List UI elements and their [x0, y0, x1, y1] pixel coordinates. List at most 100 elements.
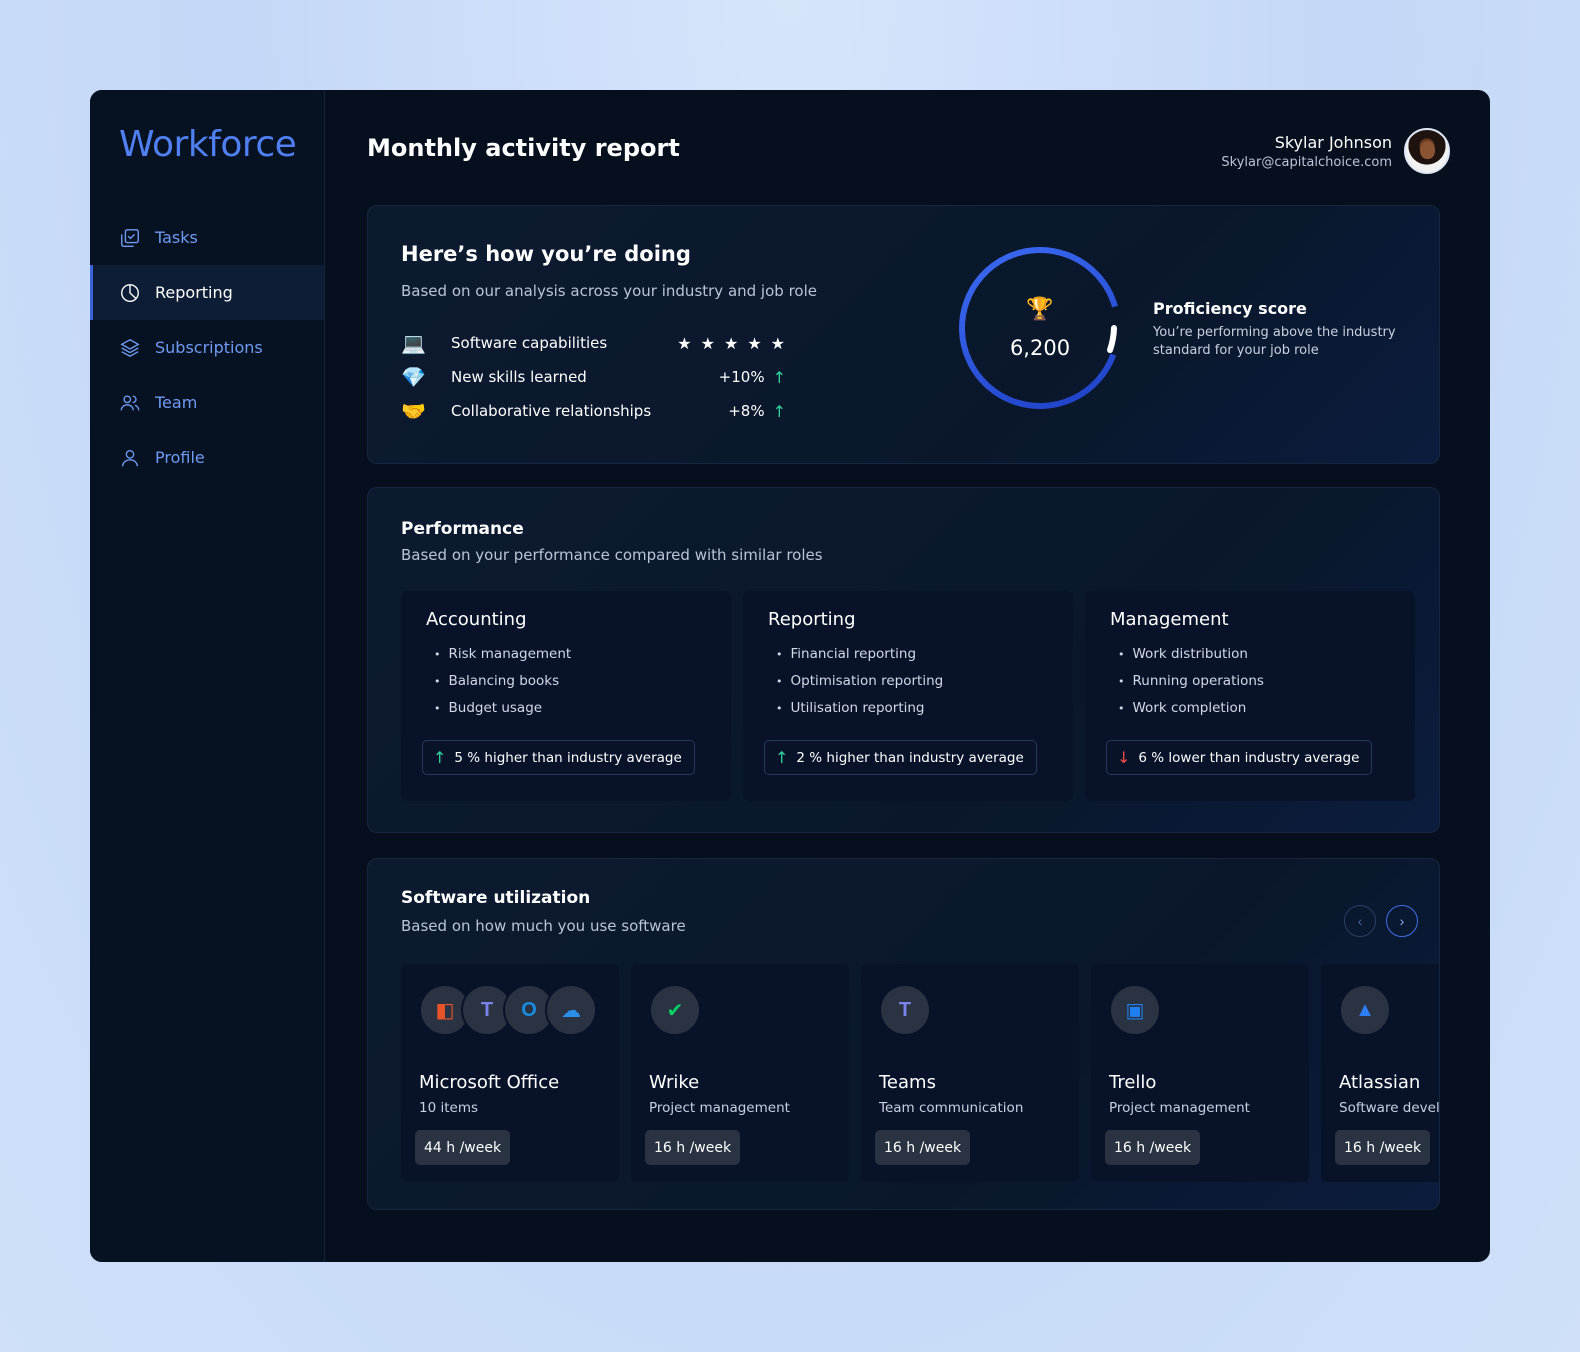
comparison-badge: ↓ 6 % lower than industry average	[1106, 740, 1373, 775]
list-item: Balancing books	[434, 673, 571, 700]
sidebar-item-tasks[interactable]: Tasks	[90, 210, 324, 265]
app-window: Workforce Tasks Reporting Subscriptions …	[90, 90, 1490, 1262]
metric-value: +10%	[718, 368, 765, 386]
metric-collaborative: 🤝 Collaborative relationships +8% ↑	[401, 394, 786, 428]
tasks-icon	[121, 228, 139, 247]
badge-text: 5 % higher than industry average	[454, 749, 682, 766]
sidebar-item-label: Subscriptions	[155, 338, 263, 357]
list-item: Utilisation reporting	[776, 700, 943, 727]
software-name: Atlassian	[1339, 1072, 1421, 1093]
gauge-ring	[959, 247, 1121, 409]
usage-badge: 44 h /week	[415, 1130, 511, 1165]
laptop-icon: 💻	[401, 331, 426, 355]
star-icon: ★	[747, 333, 763, 353]
teams-icon: T	[879, 984, 931, 1036]
star-icon: ★	[723, 333, 740, 353]
score-value: 6,200	[1009, 336, 1071, 360]
performance-title: Performance	[401, 519, 524, 539]
arrow-up-icon: ↑	[775, 748, 789, 767]
main-content: Monthly activity report Skylar Johnson S…	[325, 90, 1490, 1262]
atlassian-icon: ▲	[1339, 984, 1391, 1036]
list-item: Financial reporting	[776, 646, 943, 673]
user-profile[interactable]: Skylar Johnson Skylar@capitalchoice.com	[1221, 128, 1450, 174]
sidebar-item-label: Reporting	[155, 283, 233, 302]
summary-title: Here’s how you’re doing	[401, 242, 691, 266]
proficiency-title: Proficiency score	[1153, 299, 1307, 318]
software-title: Software utilization	[401, 888, 591, 908]
software-atlassian[interactable]: ▲ Atlassian Software devel 16 h /week	[1321, 964, 1440, 1182]
star-rating: ★ ★ ★ ★ ★	[677, 334, 786, 353]
comparison-badge: ↑ 2 % higher than industry average	[764, 740, 1037, 775]
chevron-left-icon: ‹	[1357, 913, 1363, 929]
carousel-prev-button[interactable]: ‹	[1344, 905, 1376, 937]
star-icon: ★	[770, 333, 786, 353]
software-carousel: ◧ T O ☁ Microsoft Office 10 items 44 h /…	[401, 964, 1440, 1182]
metric-label: Collaborative relationships	[451, 402, 652, 420]
performance-name: Management	[1110, 609, 1229, 630]
chevron-right-icon: ›	[1399, 913, 1405, 929]
sidebar-item-label: Profile	[155, 448, 205, 467]
arrow-up-icon: ↑	[772, 367, 786, 387]
software-teams[interactable]: T Teams Team communication 16 h /week	[861, 964, 1079, 1182]
software-trello[interactable]: ▣ Trello Project management 16 h /week	[1091, 964, 1309, 1182]
list-item: Risk management	[434, 646, 572, 673]
carousel-controls: ‹ ›	[1344, 905, 1418, 937]
software-name: Teams	[879, 1072, 936, 1093]
software-subtitle: Based on how much you use software	[401, 917, 686, 935]
software-name: Trello	[1109, 1072, 1157, 1093]
sidebar-item-reporting[interactable]: Reporting	[90, 265, 324, 320]
sidebar: Workforce Tasks Reporting Subscriptions …	[90, 90, 325, 1262]
summary-subtitle: Based on our analysis across your indust…	[401, 282, 817, 300]
performance-management[interactable]: Management Work distribution Running ope…	[1085, 591, 1415, 801]
gem-icon: 💎	[401, 365, 426, 389]
carousel-next-button[interactable]: ›	[1386, 905, 1418, 937]
summary-card: Here’s how you’re doing Based on our ana…	[367, 205, 1440, 464]
usage-badge: 16 h /week	[875, 1130, 971, 1165]
star-icon: ★	[700, 333, 716, 353]
page-title: Monthly activity report	[367, 134, 680, 162]
avatar[interactable]	[1404, 128, 1450, 174]
performance-reporting[interactable]: Reporting Financial reporting Optimisati…	[743, 591, 1073, 801]
sidebar-item-subscriptions[interactable]: Subscriptions	[90, 320, 324, 375]
layers-icon	[120, 338, 140, 357]
sidebar-item-team[interactable]: Team	[90, 375, 324, 430]
metric-value: +8%	[728, 402, 765, 420]
list-item: Work completion	[1118, 700, 1264, 727]
metric-software-capabilities: 💻 Software capabilities ★ ★ ★ ★ ★	[401, 326, 786, 360]
software-desc: Team communication	[879, 1100, 1024, 1116]
software-wrike[interactable]: ✔ Wrike Project management 16 h /week	[631, 964, 849, 1182]
software-desc: 10 items	[419, 1100, 479, 1116]
arrow-up-icon: ↑	[772, 401, 786, 421]
performance-card: Performance Based on your performance co…	[367, 487, 1440, 833]
trophy-icon: 🏆	[1026, 296, 1054, 321]
star-icon: ★	[677, 333, 693, 353]
arrow-down-icon: ↓	[1117, 748, 1131, 767]
onedrive-icon: ☁	[545, 984, 597, 1036]
badge-text: 2 % higher than industry average	[796, 749, 1024, 766]
software-desc: Software devel	[1339, 1100, 1440, 1116]
performance-name: Accounting	[426, 609, 527, 630]
gauge-arc	[959, 247, 1121, 409]
software-desc: Project management	[1109, 1100, 1250, 1116]
sidebar-item-label: Tasks	[155, 228, 198, 247]
performance-accounting[interactable]: Accounting Risk management Balancing boo…	[401, 591, 731, 801]
wrike-icon: ✔	[649, 984, 701, 1036]
sidebar-item-label: Team	[155, 393, 198, 412]
proficiency-text: You’re performing above the industry sta…	[1153, 325, 1396, 358]
usage-badge: 16 h /week	[1335, 1130, 1431, 1165]
app-logo[interactable]: Workforce	[119, 124, 297, 165]
performance-name: Reporting	[768, 609, 856, 630]
metric-label: New skills learned	[451, 368, 587, 386]
metric-new-skills: 💎 New skills learned +10% ↑	[401, 360, 786, 394]
comparison-badge: ↑ 5 % higher than industry average	[422, 740, 695, 775]
list-item: Optimisation reporting	[776, 673, 944, 700]
user-icon	[121, 449, 139, 466]
list-item: Running operations	[1118, 673, 1264, 700]
sidebar-item-profile[interactable]: Profile	[90, 430, 324, 485]
metrics-list: 💻 Software capabilities ★ ★ ★ ★ ★ 💎 New skil…	[401, 326, 786, 428]
user-name: Skylar Johnson	[1274, 132, 1392, 152]
software-microsoft-office[interactable]: ◧ T O ☁ Microsoft Office 10 items 44 h /…	[401, 964, 619, 1182]
proficiency-gauge: 🏆 6,200	[956, 244, 1124, 412]
software-name: Microsoft Office	[419, 1072, 560, 1093]
usage-badge: 16 h /week	[1105, 1130, 1201, 1165]
